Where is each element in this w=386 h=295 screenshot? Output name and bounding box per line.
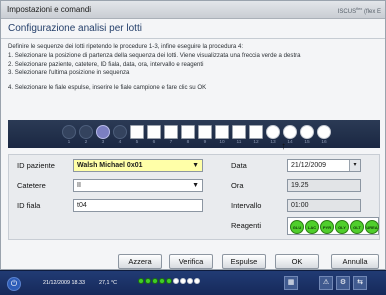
status-dot-icon (194, 278, 200, 284)
reagent-urea[interactable]: UREA (365, 220, 379, 234)
tray-number: 1 (67, 140, 71, 145)
main-window: Impostazioni e comandi ISCUSflex (flex E… (0, 0, 386, 270)
page-title: Configurazione analisi per lotti (1, 19, 385, 39)
date-picker[interactable]: 21/12/2009 ▾ (287, 159, 361, 172)
tray-number: 6 (152, 140, 156, 145)
interval-label: Intervallo (231, 201, 262, 210)
taskbar-temperature: 27,1 °C (99, 280, 118, 286)
tray-slot-14[interactable] (283, 125, 297, 139)
tray-slot-6[interactable] (147, 125, 161, 139)
warning-icon[interactable]: ⚠ (319, 276, 333, 290)
status-dot-icon (187, 278, 193, 284)
gear-icon[interactable]: ⚙ (336, 276, 350, 290)
interval-input[interactable]: 01:00 (287, 199, 361, 212)
patient-select[interactable]: Walsh Michael 0x01 ▼ (73, 159, 203, 172)
brand-label: ISCUSflex (flex E (337, 6, 381, 15)
tray-slot-8[interactable] (181, 125, 195, 139)
tray-slots: 1 2 3 4 5 6 7 8 9 10 11 12 13 14 15 16 (62, 124, 332, 145)
title-bar: Impostazioni e comandi ISCUSflex (flex E (1, 1, 385, 19)
tray-slot-2[interactable] (79, 125, 93, 139)
instruction-step-4: 4. Selezionare le fiale espulse, inserir… (8, 84, 207, 92)
chevron-down-icon: ▼ (192, 162, 199, 169)
ok-button[interactable]: OK (275, 254, 319, 269)
vial-id-label: ID fiala (17, 201, 41, 210)
catheter-label: Catetere (17, 181, 46, 190)
clear-button[interactable]: Azzera (118, 254, 162, 269)
patient-label: ID paziente (17, 161, 55, 170)
reagent-pyr[interactable]: PYR (320, 220, 334, 234)
date-label: Data (231, 161, 247, 170)
tray-slot-15[interactable] (300, 125, 314, 139)
tray-slot-5[interactable] (130, 125, 144, 139)
tray-number: 5 (135, 140, 139, 145)
tray-number: 12 (253, 140, 259, 145)
power-icon[interactable]: ⏻ (7, 277, 21, 291)
instruction-step-2: 2. Selezionare paziente, catetere, ID fi… (8, 60, 204, 68)
cancel-button[interactable]: Annulla (331, 254, 379, 269)
tray-number: 7 (169, 140, 173, 145)
tray-number: 10 (219, 140, 225, 145)
status-dot-icon (145, 278, 151, 284)
verify-button[interactable]: Verifica (169, 254, 213, 269)
instruction-step-1: 1. Selezionare la posizione di partenza … (8, 51, 301, 59)
tray-number: 2 (84, 140, 88, 145)
tray-number: 3 (101, 140, 105, 145)
tray-slot-7[interactable] (164, 125, 178, 139)
catheter-select[interactable]: II ▼ (73, 179, 203, 192)
status-dot-icon (159, 278, 165, 284)
status-dot-icon (166, 278, 172, 284)
taskbar: ⏻ 21/12/2009 18.33 27,1 °C ▦ ⚠ ⚙ ⇆ (0, 270, 386, 295)
instruction-intro: Definire le sequenze dei lotti ripetendo… (8, 43, 244, 50)
time-label: Ora (231, 181, 244, 190)
grid-icon[interactable]: ▦ (284, 276, 298, 290)
tray-slot-3[interactable] (96, 125, 110, 139)
reagent-glt[interactable]: GLT (350, 220, 364, 234)
tray-number: 4 (118, 140, 122, 145)
tray-number: 16 (321, 140, 327, 145)
tray-slot-1[interactable] (62, 125, 76, 139)
status-dot-icon (138, 278, 144, 284)
tray-slot-13[interactable] (266, 125, 280, 139)
tray-slot-4[interactable] (113, 125, 127, 139)
taskbar-datetime: 21/12/2009 18.33 (43, 280, 85, 286)
tray-number: 9 (203, 140, 207, 145)
reagent-lac[interactable]: LAC (305, 220, 319, 234)
chevron-down-icon: ▼ (192, 182, 199, 189)
tray-number: 13 (270, 140, 276, 145)
network-icon[interactable]: ⇆ (353, 276, 367, 290)
instruction-step-3: 3. Selezionare l'ultima posizione in seq… (8, 69, 130, 77)
vial-tray: 1 2 3 4 5 6 7 8 9 10 11 12 13 14 15 16 (8, 120, 380, 148)
instructions: Definire le sequenze dei lotti ripetendo… (8, 43, 380, 93)
calendar-dropdown-icon[interactable]: ▾ (349, 160, 360, 171)
reagents-label: Reagenti (231, 221, 262, 230)
time-input[interactable]: 19.25 (287, 179, 361, 192)
status-dot-icon (173, 278, 179, 284)
tray-slot-10[interactable] (215, 125, 229, 139)
eject-button[interactable]: Espulse (222, 254, 266, 269)
status-dot-icon (152, 278, 158, 284)
tray-number: 15 (304, 140, 310, 145)
tray-slot-11[interactable] (232, 125, 246, 139)
reagent-glu[interactable]: GLU (290, 220, 304, 234)
tray-slot-16[interactable] (317, 125, 331, 139)
tray-number: 11 (236, 140, 242, 145)
tray-number: 8 (186, 140, 190, 145)
vial-id-input[interactable]: t04 (73, 199, 203, 212)
tray-slot-9[interactable] (198, 125, 212, 139)
window-title: Impostazioni e comandi (7, 5, 92, 14)
reagent-gly[interactable]: GLY (335, 220, 349, 234)
arrow-up-icon: ↑ (281, 141, 286, 152)
tray-slot-12[interactable] (249, 125, 263, 139)
status-dot-icon (180, 278, 186, 284)
